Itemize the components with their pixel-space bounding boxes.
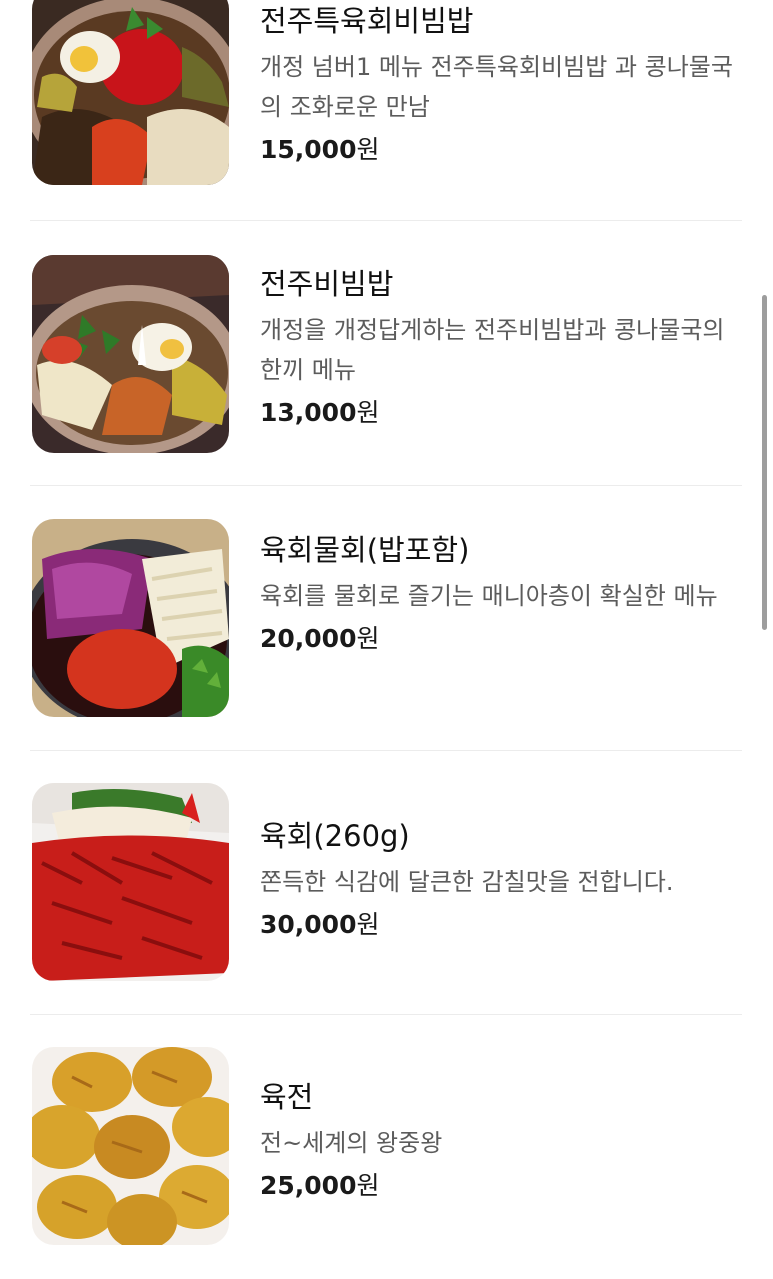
menu-item-price: 20,000원: [260, 622, 742, 656]
menu-item-image: [32, 519, 229, 717]
price-currency: 원: [356, 910, 380, 939]
price-currency: 원: [356, 398, 380, 427]
yukjeon-photo-icon: [32, 1047, 229, 1245]
yukhoe-photo-icon: [32, 783, 229, 981]
menu-item-description: 개정 넘버1 메뉴 전주특육회비빔밥 과 콩나물국의 조화로운 만남: [260, 53, 733, 121]
menu-item-price: 25,000원: [260, 1169, 742, 1203]
menu-item-description: 쫀득한 식감에 달큰한 감칠맛을 전합니다.: [260, 868, 674, 896]
mulhoe-photo-icon: [32, 519, 229, 717]
price-currency: 원: [356, 624, 380, 653]
menu-item-name: 전주특육회비빔밥: [260, 4, 474, 38]
menu-item-yukhoe-mulhoe[interactable]: 육회물회(밥포함) 육회를 물회로 즐기는 매니아층이 확실한 메뉴 20,00…: [30, 487, 742, 751]
menu-item-description: 육회를 물회로 즐기는 매니아층이 확실한 메뉴: [260, 582, 718, 610]
menu-item-name: 육회물회(밥포함): [260, 533, 470, 567]
menu-item-description: 전~세계의 왕중왕: [260, 1129, 443, 1157]
menu-item-price: 13,000원: [260, 396, 742, 430]
menu-item-price: 30,000원: [260, 908, 742, 942]
vertical-scrollbar[interactable]: [762, 295, 767, 630]
bibimbap-photo-icon: [32, 0, 229, 185]
menu-item-price: 15,000원: [260, 133, 742, 167]
price-value: 25,000: [260, 1171, 357, 1200]
menu-item-yukhoe[interactable]: 육회(260g) 쫀득한 식감에 달큰한 감칠맛을 전합니다. 30,000원: [30, 751, 742, 1015]
price-currency: 원: [356, 135, 380, 164]
price-value: 20,000: [260, 624, 357, 653]
menu-item-yukjeon[interactable]: 육전 전~세계의 왕중왕 25,000원: [30, 1015, 742, 1279]
bibimbap-photo-icon: [32, 255, 229, 453]
menu-item-yukhoe-bibimbap[interactable]: 전주특육회비빔밥 개정 넘버1 메뉴 전주특육회비빔밥 과 콩나물국의 조화로운…: [30, 0, 742, 221]
price-value: 30,000: [260, 910, 357, 939]
menu-item-name: 전주비빔밥: [260, 267, 394, 301]
menu-item-name: 육회(260g): [260, 819, 410, 853]
price-value: 15,000: [260, 135, 357, 164]
menu-item-image: [32, 1047, 229, 1245]
price-currency: 원: [356, 1171, 380, 1200]
menu-item-jeonju-bibimbap[interactable]: 전주비빔밥 개정을 개정답게하는 전주비빔밥과 콩나물국의 한끼 메뉴 13,0…: [30, 222, 742, 486]
menu-item-image: [32, 0, 229, 185]
menu-item-description: 개정을 개정답게하는 전주비빔밥과 콩나물국의 한끼 메뉴: [260, 316, 725, 384]
menu-list: 전주특육회비빔밥 개정 넘버1 메뉴 전주특육회비빔밥 과 콩나물국의 조화로운…: [0, 0, 773, 1245]
menu-item-image: [32, 255, 229, 453]
menu-item-image: [32, 783, 229, 981]
menu-item-name: 육전: [260, 1080, 314, 1114]
price-value: 13,000: [260, 398, 357, 427]
